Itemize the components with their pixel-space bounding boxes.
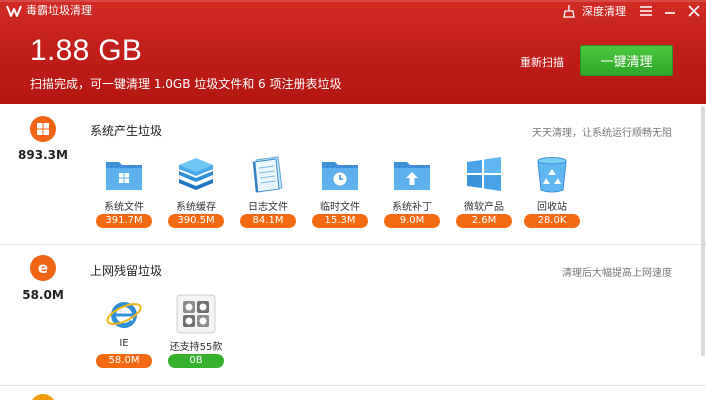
item-label: 系统文件 bbox=[104, 202, 144, 213]
item-temp-files[interactable]: 临时文件 15.3M bbox=[307, 154, 373, 230]
item-size-badge: 391.7M bbox=[96, 214, 152, 228]
deep-clean-link[interactable]: 深度清理 bbox=[582, 3, 626, 19]
section-title: 上网残留垃圾 bbox=[90, 264, 163, 278]
scan-result-text: 扫描完成，可一键清理 1.0GB 垃圾文件和 6 项注册表垃圾 bbox=[30, 77, 342, 91]
item-recycle-bin[interactable]: 回收站 28.0K bbox=[519, 154, 585, 230]
folder-patch-icon bbox=[394, 162, 430, 190]
item-more-browsers[interactable]: 还支持55款 0B bbox=[163, 294, 229, 370]
item-label: 微软产品 bbox=[464, 202, 504, 213]
item-system-files[interactable]: 系统文件 391.7M bbox=[91, 154, 157, 230]
log-notebook-icon bbox=[252, 156, 283, 193]
svg-text:e: e bbox=[38, 259, 48, 277]
system-junk-section: 893.3M 系统产生垃圾 天天清理，让系统运行顺畅无阻 系统文件 391.7M… bbox=[0, 104, 706, 244]
item-system-patches[interactable]: 系统补丁 9.0M bbox=[379, 154, 445, 230]
item-log-files[interactable]: 日志文件 84.1M bbox=[235, 154, 301, 230]
section-size: 893.3M bbox=[18, 148, 68, 162]
item-label: 系统补丁 bbox=[392, 202, 432, 213]
item-size-badge: 9.0M bbox=[384, 214, 440, 228]
folder-windows-icon bbox=[106, 162, 142, 190]
item-system-cache[interactable]: 系统缓存 390.5M bbox=[163, 154, 229, 230]
item-size-badge: 28.0K bbox=[524, 214, 580, 228]
windows-icon bbox=[30, 116, 56, 142]
section-description: 清理后大幅提高上网速度 bbox=[562, 268, 672, 279]
browser-e-icon: e bbox=[30, 255, 56, 281]
ie-icon bbox=[106, 302, 142, 328]
cache-stack-icon bbox=[179, 158, 213, 190]
browser-grid-icon bbox=[176, 294, 216, 334]
internet-junk-section: e 58.0M 上网残留垃圾 清理后大幅提高上网速度 IE 58.0M 还支持5… bbox=[0, 244, 706, 385]
item-ie[interactable]: IE 58.0M bbox=[91, 294, 157, 370]
header-banner: 毒霸垃圾清理 深度清理 1.88 GB 扫描完成，可一键清理 1.0GB 垃圾文… bbox=[0, 0, 706, 104]
item-size-badge: 84.1M bbox=[240, 214, 296, 228]
window-title: 毒霸垃圾清理 bbox=[26, 4, 92, 17]
item-label: IE bbox=[119, 338, 129, 349]
item-size-badge: 390.5M bbox=[168, 214, 224, 228]
section-icon bbox=[30, 394, 56, 400]
item-size-badge: 0B bbox=[168, 354, 224, 368]
close-icon[interactable] bbox=[687, 4, 701, 18]
section-size: 58.0M bbox=[22, 288, 64, 302]
item-size-badge: 2.6M bbox=[456, 214, 512, 228]
recycle-bin-icon bbox=[537, 157, 567, 193]
folder-temp-icon bbox=[322, 162, 358, 190]
scrollbar[interactable] bbox=[700, 104, 706, 400]
broom-icon[interactable] bbox=[562, 3, 576, 19]
minimize-icon[interactable] bbox=[663, 4, 677, 18]
one-click-clean-button[interactable]: 一键清理 bbox=[580, 45, 673, 76]
menu-icon[interactable] bbox=[639, 4, 653, 18]
title-bar[interactable]: 毒霸垃圾清理 深度清理 bbox=[0, 0, 706, 22]
item-label: 还支持55款 bbox=[169, 342, 223, 353]
next-section-partial bbox=[0, 385, 706, 400]
total-junk-size: 1.88 GB bbox=[30, 34, 143, 67]
item-label: 临时文件 bbox=[320, 202, 360, 213]
item-microsoft-products[interactable]: 微软产品 2.6M bbox=[451, 154, 517, 230]
item-size-badge: 58.0M bbox=[96, 354, 152, 368]
app-logo-icon bbox=[6, 5, 22, 17]
rescan-link[interactable]: 重新扫描 bbox=[520, 56, 564, 70]
item-label: 系统缓存 bbox=[176, 202, 216, 213]
item-label: 日志文件 bbox=[248, 202, 288, 213]
item-size-badge: 15.3M bbox=[312, 214, 368, 228]
windows-logo-icon bbox=[467, 157, 501, 191]
section-title: 系统产生垃圾 bbox=[90, 124, 163, 138]
item-label: 回收站 bbox=[537, 202, 567, 213]
section-description: 天天清理，让系统运行顺畅无阻 bbox=[532, 128, 672, 139]
